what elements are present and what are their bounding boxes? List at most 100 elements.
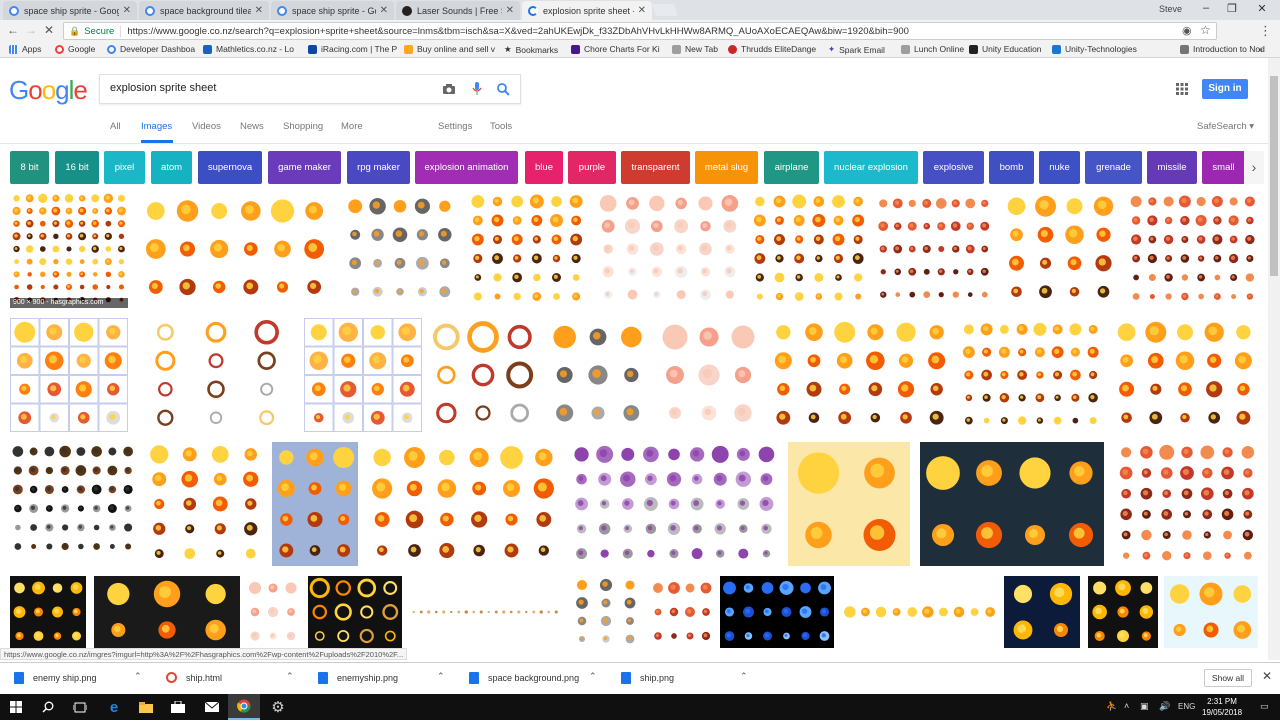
network-icon[interactable]: ▣ — [1140, 701, 1149, 712]
image-result[interactable] — [788, 442, 910, 566]
image-result[interactable] — [720, 576, 834, 648]
chip-16-bit[interactable]: 16 bit — [55, 151, 99, 184]
bookmark-item[interactable]: Introduction to Nod — [1180, 44, 1265, 54]
tab-tools[interactable]: Tools — [490, 121, 512, 132]
tab-settings[interactable]: Settings — [438, 121, 472, 132]
tab-all[interactable]: All — [110, 121, 121, 132]
address-bar[interactable]: 🔒 Secure https://www.google.co.nz/search… — [63, 22, 1217, 40]
edge-icon[interactable]: e — [98, 694, 130, 720]
image-result[interactable] — [144, 442, 266, 566]
scrollbar[interactable] — [1268, 58, 1280, 660]
download-item[interactable]: space background.png — [469, 672, 579, 684]
sign-in-button[interactable]: Sign in — [1202, 79, 1248, 99]
system-clock[interactable]: 2:31 PM 19/05/2018 — [1202, 696, 1242, 718]
close-tab-icon[interactable]: ✕ — [638, 5, 646, 16]
star-icon[interactable]: ☆ — [1200, 23, 1211, 37]
image-result[interactable] — [344, 192, 456, 306]
location-icon[interactable]: ◉ — [1182, 24, 1192, 37]
chevron-up-icon[interactable]: ⌃ — [437, 671, 445, 682]
chip-explosion-animation[interactable]: explosion animation — [415, 151, 518, 184]
bookmark-item[interactable]: Buy online and sell v — [404, 44, 495, 54]
profile-name[interactable]: Steve — [1159, 4, 1182, 14]
download-item[interactable]: ship.png — [621, 672, 674, 684]
tab-videos[interactable]: Videos — [192, 121, 221, 132]
tab-more[interactable]: More — [341, 121, 363, 132]
close-tab-icon[interactable]: ✕ — [123, 5, 131, 16]
image-result[interactable] — [410, 576, 560, 648]
image-result[interactable] — [842, 576, 998, 648]
bookmark-item[interactable]: ★ Bookmarks — [504, 44, 558, 55]
show-all-button[interactable]: Show all — [1204, 669, 1252, 687]
bookmark-apps[interactable]: Apps — [9, 44, 41, 54]
chip-metal-slug[interactable]: metal slug — [695, 151, 758, 184]
image-result[interactable] — [308, 576, 402, 648]
chip-transparent[interactable]: transparent — [621, 151, 690, 184]
bookmark-item[interactable]: ✦ Spark Email — [828, 44, 885, 55]
image-result[interactable] — [366, 442, 560, 566]
image-result[interactable] — [548, 318, 648, 432]
google-logo[interactable]: Google — [9, 75, 88, 106]
chip-airplane[interactable]: airplane — [764, 151, 819, 184]
image-result[interactable] — [140, 192, 330, 306]
image-result[interactable] — [1112, 318, 1258, 432]
close-tab-icon[interactable]: ✕ — [255, 5, 263, 16]
image-result[interactable] — [1088, 576, 1158, 648]
search-icon[interactable] — [32, 694, 64, 720]
menu-icon[interactable]: ⋮ — [1259, 23, 1272, 39]
image-result[interactable] — [10, 318, 128, 432]
safesearch-dropdown[interactable]: SafeSearch ▾ — [1197, 121, 1254, 132]
chrome-icon[interactable] — [228, 694, 260, 720]
browser-tab[interactable]: space background tileab ✕ — [139, 1, 269, 20]
image-result[interactable] — [596, 192, 742, 306]
image-result[interactable] — [272, 442, 358, 566]
forward-icon[interactable]: → — [25, 23, 37, 37]
chip-game-maker[interactable]: game maker — [268, 151, 341, 184]
bookmark-item[interactable]: Lunch Online — [901, 44, 964, 54]
image-result[interactable] — [920, 442, 1104, 566]
tab-news[interactable]: News — [240, 121, 264, 132]
chip-grenade[interactable]: grenade — [1085, 151, 1142, 184]
camera-icon[interactable] — [442, 83, 456, 95]
bookmark-item[interactable]: Unity Education — [969, 44, 1042, 54]
language-indicator[interactable]: ENG — [1178, 702, 1195, 711]
volume-icon[interactable]: 🔊 — [1159, 701, 1170, 712]
chip-bomb[interactable]: bomb — [989, 151, 1034, 184]
browser-tab[interactable]: space ship sprite - Googl ✕ — [3, 1, 137, 20]
notifications-icon[interactable]: ▭ — [1260, 701, 1269, 712]
browser-tab[interactable]: space ship sprite - Googl ✕ — [271, 1, 394, 20]
tab-images[interactable]: Images — [141, 121, 172, 132]
chip-8-bit[interactable]: 8 bit — [10, 151, 49, 184]
scrollbar-thumb[interactable] — [1270, 76, 1278, 276]
image-result[interactable] — [10, 442, 136, 556]
chevron-up-icon[interactable]: ⌃ — [740, 671, 748, 682]
chip-pixel[interactable]: pixel — [104, 151, 145, 184]
image-result[interactable] — [658, 318, 760, 432]
search-input[interactable] — [110, 82, 430, 94]
image-result[interactable] — [1164, 576, 1258, 648]
image-result[interactable] — [94, 576, 240, 648]
bookmark-item[interactable]: Unity-Technologies — [1052, 44, 1137, 54]
chip-atom[interactable]: atom — [151, 151, 192, 184]
chip-small[interactable]: small — [1202, 151, 1245, 184]
image-result[interactable] — [1002, 192, 1118, 306]
chevron-up-icon[interactable]: ⌃ — [589, 671, 597, 682]
chip-supernova[interactable]: supernova — [198, 151, 262, 184]
image-result[interactable] — [140, 318, 292, 432]
download-item[interactable]: enemy ship.png — [14, 672, 97, 684]
bookmark-item[interactable]: Google — [55, 44, 95, 54]
bookmark-item[interactable]: Developer Dashboa — [107, 44, 195, 54]
image-result[interactable] — [246, 576, 300, 648]
stop-icon[interactable]: ✕ — [44, 23, 54, 37]
download-item[interactable]: enemyship.png — [318, 672, 398, 684]
person-icon[interactable]: ⛹ — [1106, 701, 1117, 712]
image-result[interactable] — [10, 576, 86, 648]
download-item[interactable]: ship.html — [166, 672, 222, 683]
url-text[interactable]: https://www.google.co.nz/search?q=explos… — [127, 26, 909, 37]
chevron-up-icon[interactable]: ⌃ — [286, 671, 294, 682]
chip-nuke[interactable]: nuke — [1039, 151, 1080, 184]
bookmark-item[interactable]: Chore Charts For Ki — [571, 44, 660, 54]
file-explorer-icon[interactable] — [130, 694, 162, 720]
image-result[interactable] — [570, 576, 642, 648]
back-icon[interactable]: ← — [7, 23, 19, 37]
more-bookmarks-icon[interactable]: » — [1258, 44, 1263, 54]
